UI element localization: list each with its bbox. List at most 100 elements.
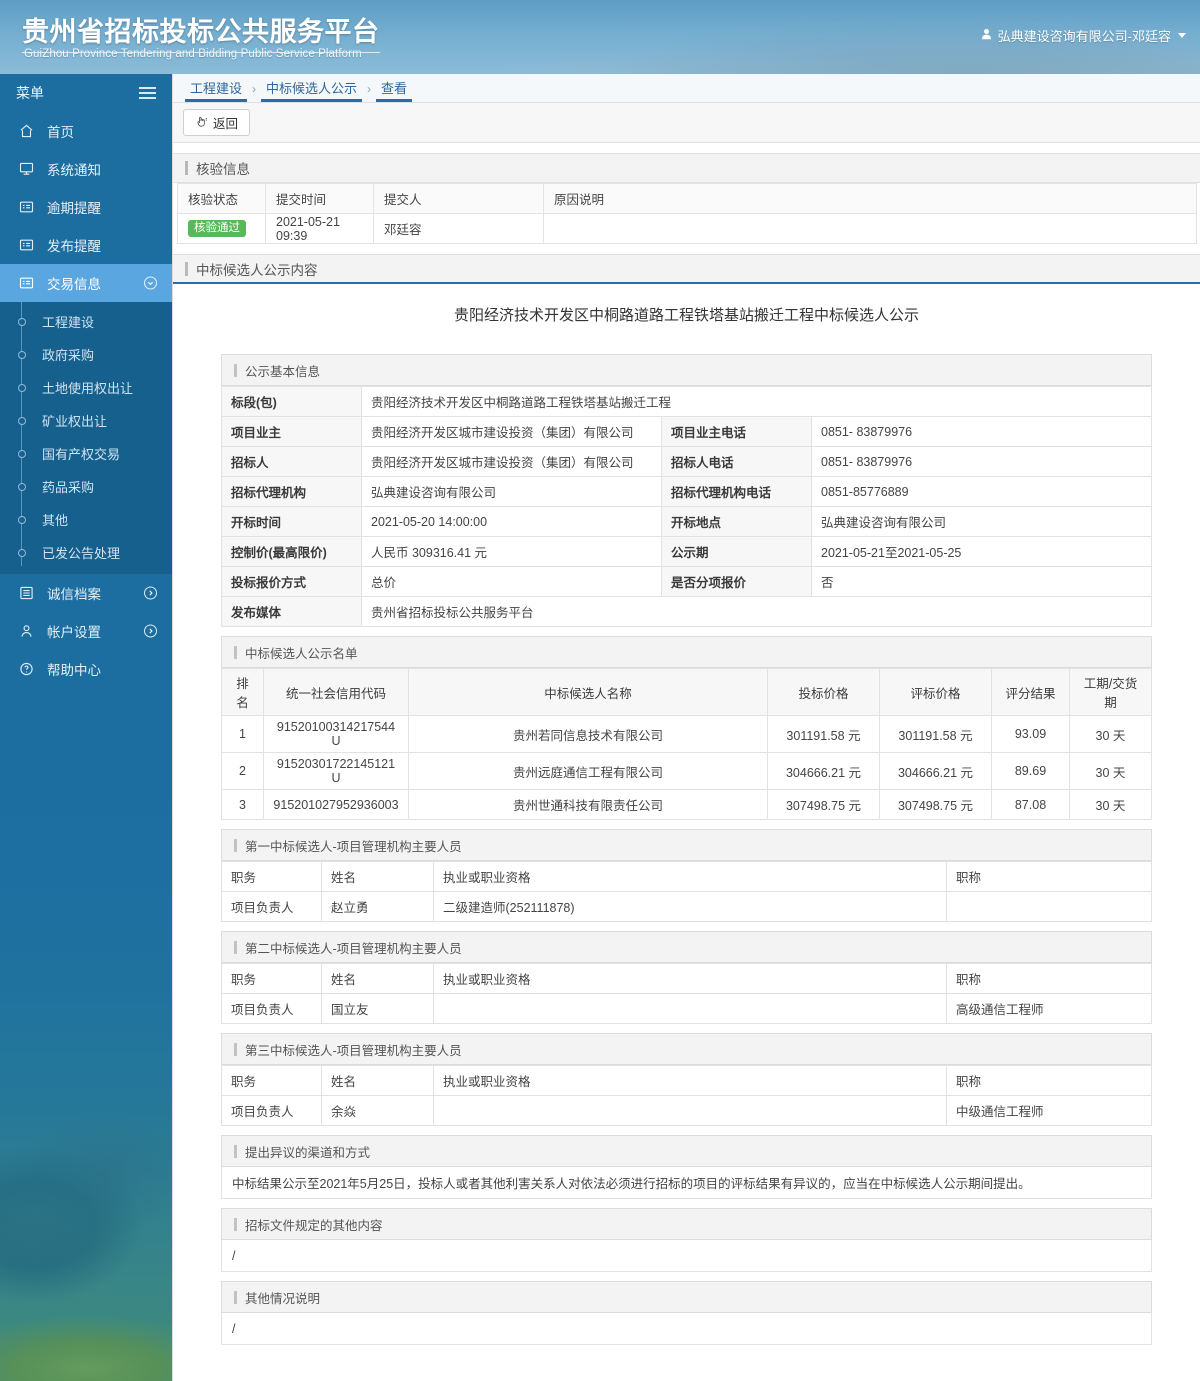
table-row: 招标代理机构 弘典建设咨询有限公司 招标代理机构电话 0851-85776889 [221,476,1152,507]
sidebar-item-home[interactable]: 首页 [0,112,172,150]
cell-score: 87.08 [991,789,1070,820]
table-row: 招标人 贵阳经济开发区城市建设投资（集团）有限公司 招标人电话 0851- 83… [221,446,1152,477]
cell-score: 89.69 [991,752,1070,790]
user-icon [980,28,993,44]
title-bar-decoration [234,1144,237,1158]
personnel-table-second: 职务 姓名 执业或职业资格 职称 项目负责人 国立友 高级通信工程师 [221,963,1152,1024]
sidebar-item-help-center[interactable]: 帮助中心 [0,650,172,688]
sidebar: 菜单 首页 系统通知 逾期提醒 发布提醒 交易信息 工程建设 政府采购 土地使用… [0,74,172,1381]
submenu-item-gov-procurement[interactable]: 政府采购 [0,338,172,371]
col-qualification: 执业或职业资格 [433,963,947,994]
col-rank: 排名 [221,668,264,716]
announcement-panel-title: 中标候选人公示内容 [173,254,1200,284]
col-title: 职称 [946,861,1152,892]
submenu-item-engineering[interactable]: 工程建设 [0,305,172,338]
submenu-item-other[interactable]: 其他 [0,503,172,536]
submenu-item-mining-right[interactable]: 矿业权出让 [0,404,172,437]
table-row: 1 91520100314217544U 贵州若同信息技术有限公司 301191… [221,715,1152,753]
value-quote-method: 总价 [361,566,662,597]
submenu-label: 其他 [42,513,69,528]
cell-title: 高级通信工程师 [946,993,1152,1024]
submenu-item-state-property[interactable]: 国有产权交易 [0,437,172,470]
sidebar-item-system-notice[interactable]: 系统通知 [0,150,172,188]
table-row: 项目负责人 余焱 中级通信工程师 [221,1095,1152,1126]
submenu-label: 已发公告处理 [42,546,121,561]
breadcrumb-separator: › [252,82,257,96]
user-menu[interactable]: 弘典建设咨询有限公司-邓廷容 [980,26,1186,45]
announcement-body: 贵阳经济技术开发区中桐路道路工程铁塔基站搬迁工程中标候选人公示 公示基本信息 标… [173,284,1200,1345]
cell-rank: 1 [221,715,264,753]
cell-candidate-name: 贵州世通科技有限责任公司 [408,789,768,820]
sidebar-item-transaction-info[interactable]: 交易信息 [0,264,172,302]
cell-duty: 项目负责人 [221,993,322,1024]
table-row: 项目业主 贵阳经济开发区城市建设投资（集团）有限公司 项目业主电话 0851- … [221,416,1152,447]
col-title: 职称 [946,1065,1152,1096]
cell-eval-price: 301191.58 元 [879,715,992,753]
sidebar-item-publish-reminder[interactable]: 发布提醒 [0,226,172,264]
value-tenderer: 贵阳经济开发区城市建设投资（集团）有限公司 [361,446,662,477]
back-button[interactable]: 返回 [183,109,251,136]
cell-qualification [433,993,947,1024]
submenu-label: 药品采购 [42,480,95,495]
section-personnel-second: 第二中标候选人-项目管理机构主要人员 [221,931,1152,963]
cell-name: 国立友 [321,993,434,1024]
value-tenderer-phone: 0851- 83879976 [811,446,1152,477]
cell-duty: 项目负责人 [221,891,322,922]
submenu-label: 土地使用权出让 [42,381,134,396]
col-duty: 职务 [221,861,322,892]
question-icon [17,661,36,678]
section-label: 第一中标候选人-项目管理机构主要人员 [245,839,462,854]
personnel-table-first: 职务 姓名 执业或职业资格 职称 项目负责人 赵立勇 二级建造师(2521118… [221,861,1152,922]
hamburger-icon[interactable] [139,87,156,99]
cell-eval-price: 307498.75 元 [879,789,992,820]
folder-list-icon [17,237,36,254]
home-icon [17,123,36,140]
cell-credit-code: 915201027952936003 [263,789,409,820]
value-control-price: 人民币 309316.41 元 [361,536,662,567]
label-control-price: 控制价(最高限价) [221,536,362,567]
submenu-item-land-use-right[interactable]: 土地使用权出让 [0,371,172,404]
label-section-package: 标段(包) [221,386,362,417]
chevron-down-icon [1178,33,1186,38]
section-candidate-list: 中标候选人公示名单 [221,636,1152,668]
submenu-item-published-notice[interactable]: 已发公告处理 [0,536,172,569]
status-badge: 核验通过 [188,219,246,238]
section-label: 招标文件规定的其他内容 [245,1218,383,1233]
other-doc-text: / [221,1240,1152,1272]
submenu-label: 国有产权交易 [42,447,121,462]
main-content: 工程建设 › 中标候选人公示 › 查看 返回 核验信息 核验状态 提交时间 提交… [172,74,1200,1381]
label-quote-method: 投标报价方式 [221,566,362,597]
sidebar-item-credit-archive[interactable]: 诚信档案 [0,574,172,612]
col-title: 职称 [946,963,1152,994]
label-project-owner: 项目业主 [221,416,362,447]
sidebar-item-overdue-reminder[interactable]: 逾期提醒 [0,188,172,226]
toolbar: 返回 [173,103,1200,143]
section-label: 第三中标候选人-项目管理机构主要人员 [245,1043,462,1058]
basic-info-table: 标段(包) 贵阳经济技术开发区中桐路道路工程铁塔基站搬迁工程 项目业主 贵阳经济… [221,386,1152,627]
cell-name: 余焱 [321,1095,434,1126]
section-label: 第二中标候选人-项目管理机构主要人员 [245,941,462,956]
breadcrumb-item-engineering[interactable]: 工程建设 [185,82,248,102]
monitor-icon [17,161,36,178]
table-header-row: 职务 姓名 执业或职业资格 职称 [221,1065,1152,1096]
submenu-item-drug-procurement[interactable]: 药品采购 [0,470,172,503]
cell-submitter: 邓廷容 [373,213,544,244]
chevron-right-icon [144,586,157,600]
col-submitter: 提交人 [373,183,544,214]
other-info-text: / [221,1313,1152,1345]
submenu-label: 工程建设 [42,315,95,330]
sidebar-item-label: 诚信档案 [47,587,101,602]
section-basic-info: 公示基本信息 [221,354,1152,386]
sidebar-item-label: 系统通知 [47,163,101,178]
title-bar-decoration [234,940,237,954]
cell-rank: 2 [221,752,264,790]
breadcrumb-item-view[interactable]: 查看 [376,82,413,102]
transaction-submenu: 工程建设 政府采购 土地使用权出让 矿业权出让 国有产权交易 药品采购 其他 已… [0,302,172,574]
label-agency-phone: 招标代理机构电话 [661,476,812,507]
cell-bid-price: 304666.21 元 [767,752,880,790]
sidebar-item-account-settings[interactable]: 帐户设置 [0,612,172,650]
title-bar-decoration [234,1217,237,1231]
breadcrumb-item-candidate-notice[interactable]: 中标候选人公示 [261,82,363,102]
col-duration: 工期/交货期 [1069,668,1152,716]
list-icon [17,585,36,602]
